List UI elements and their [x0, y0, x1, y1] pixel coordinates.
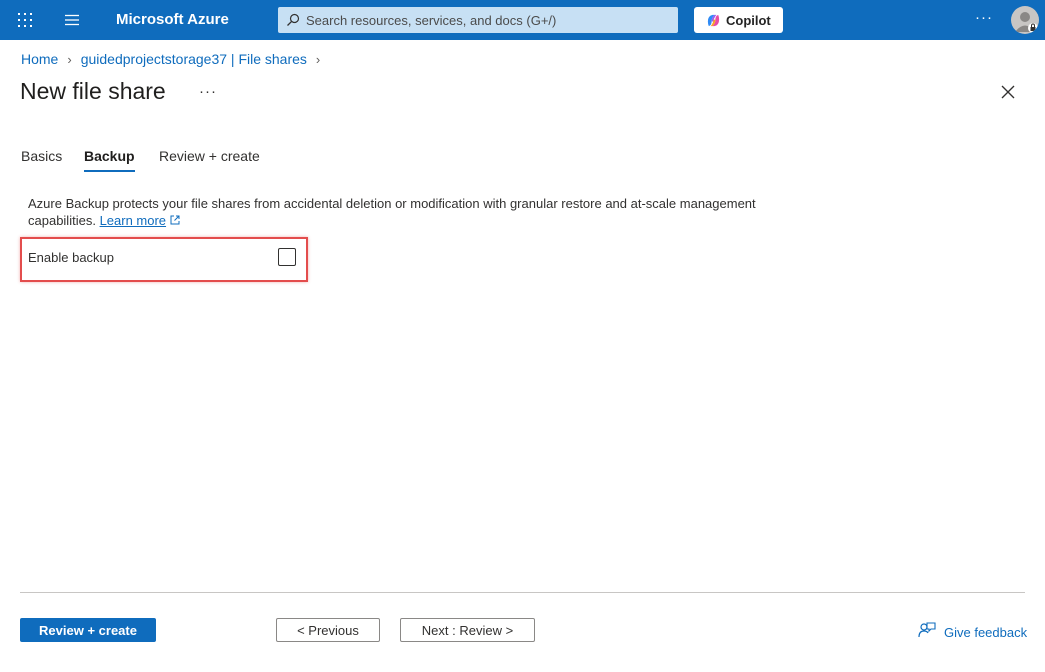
brand-title[interactable]: Microsoft Azure: [116, 11, 229, 28]
tab-backup[interactable]: Backup: [84, 148, 135, 172]
enable-backup-checkbox[interactable]: [278, 248, 296, 266]
top-nav-bar: Microsoft Azure Copilot ···: [0, 0, 1045, 40]
copilot-button[interactable]: Copilot: [694, 7, 783, 33]
close-icon[interactable]: [1000, 84, 1016, 100]
tab-review-create[interactable]: Review + create: [159, 148, 260, 164]
review-create-button[interactable]: Review + create: [20, 618, 156, 642]
breadcrumb-home[interactable]: Home: [21, 51, 58, 67]
external-link-icon: [170, 215, 180, 225]
search-input[interactable]: [306, 7, 666, 33]
enable-backup-label: Enable backup: [28, 250, 115, 265]
page-more-options-button[interactable]: ···: [199, 83, 217, 100]
tab-basics[interactable]: Basics: [21, 148, 62, 164]
give-feedback-label: Give feedback: [944, 625, 1028, 640]
next-review-button[interactable]: Next : Review >: [400, 618, 535, 642]
chevron-right-icon: ›: [67, 52, 72, 67]
breadcrumb: Home › guidedprojectstorage37 | File share…: [21, 51, 329, 67]
copilot-icon: [707, 14, 720, 27]
backup-description: Azure Backup protects your file shares f…: [28, 195, 788, 229]
hamburger-icon[interactable]: [64, 12, 80, 28]
learn-more-link[interactable]: Learn more: [100, 213, 166, 228]
avatar[interactable]: [1011, 6, 1039, 34]
search-icon: [287, 13, 300, 26]
chevron-right-icon: ›: [315, 52, 321, 67]
copilot-label: Copilot: [726, 13, 771, 28]
avatar-icon: [1015, 12, 1038, 33]
waffle-icon[interactable]: [16, 11, 34, 29]
previous-button[interactable]: < Previous: [276, 618, 380, 642]
footer-divider: [20, 592, 1025, 593]
page-title: New file share: [20, 78, 166, 104]
learn-more-label: Learn more: [99, 213, 167, 228]
feedback-icon: [918, 622, 936, 638]
more-options-button[interactable]: ···: [975, 9, 993, 26]
global-search[interactable]: [278, 7, 678, 33]
breadcrumb-file-shares[interactable]: guidedprojectstorage37 | File shares: [81, 51, 307, 67]
